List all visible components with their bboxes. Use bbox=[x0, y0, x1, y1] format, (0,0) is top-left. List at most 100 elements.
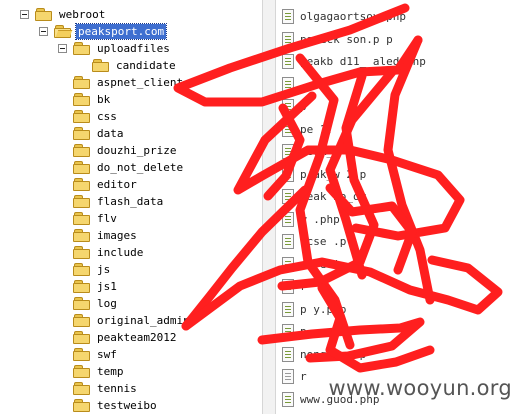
file-list-item[interactable]: st eri bbox=[282, 256, 340, 273]
file-list-item[interactable]: peak_w .p bbox=[282, 143, 360, 160]
tree-node-label[interactable]: css bbox=[95, 109, 119, 124]
tree-node-label[interactable]: flv bbox=[95, 211, 119, 226]
file-name[interactable]: nongyu.php bbox=[300, 347, 366, 362]
file-name[interactable]: r bbox=[300, 369, 307, 384]
tree-node-folder[interactable]: flash_data bbox=[73, 193, 165, 210]
file-list-item[interactable]: ocse .p bbox=[282, 233, 346, 250]
tree-node-label[interactable]: log bbox=[95, 296, 119, 311]
tree-node-folder[interactable]: aspnet_client bbox=[73, 74, 185, 91]
tree-node-label-selected[interactable]: peaksport.com bbox=[74, 23, 168, 40]
tree-node-label[interactable]: tennis bbox=[95, 381, 139, 396]
folder-icon bbox=[73, 144, 90, 157]
file-list-item[interactable]: pa ick son.p p bbox=[282, 31, 393, 48]
file-list-item[interactable]: p bbox=[282, 98, 307, 115]
file-name[interactable]: pa ick son.p p bbox=[300, 32, 393, 47]
tree-node-folder[interactable]: flv bbox=[73, 210, 119, 227]
folder-icon bbox=[73, 297, 90, 310]
collapse-toggle-icon[interactable] bbox=[39, 27, 48, 36]
file-list-pane[interactable]: olgagaortsov.php pa ick son.p p peakb d11_… bbox=[276, 0, 522, 414]
tree-node-label[interactable]: webroot bbox=[57, 7, 107, 22]
tree-node-folder[interactable]: js1 bbox=[73, 278, 119, 295]
php-file-icon bbox=[282, 391, 294, 407]
tree-node-label[interactable]: images bbox=[95, 228, 139, 243]
tree-node-label[interactable]: testweibo bbox=[95, 398, 159, 413]
pane-splitter[interactable] bbox=[262, 0, 276, 414]
tree-node-label[interactable]: aspnet_client bbox=[95, 75, 185, 90]
tree-node-folder[interactable]: images bbox=[73, 227, 139, 244]
tree-node-label[interactable]: data bbox=[95, 126, 126, 141]
tree-node-folder[interactable]: swf bbox=[73, 346, 119, 363]
file-name[interactable]: p y.php bbox=[300, 302, 346, 317]
tree-node-label[interactable]: js1 bbox=[95, 279, 119, 294]
php-file-icon bbox=[282, 9, 294, 24]
file-name[interactable]: st eri bbox=[300, 257, 340, 272]
php-file-icon bbox=[282, 166, 294, 182]
file-name[interactable]: peak bo_or bbox=[300, 189, 366, 204]
file-list-item[interactable]: pe 1. bbox=[282, 121, 333, 138]
php-file-icon bbox=[282, 324, 294, 339]
file-name[interactable]: pe 1. bbox=[300, 122, 333, 137]
tree-node-folder[interactable]: tennis bbox=[73, 380, 139, 397]
tree-node-folder[interactable]: temp bbox=[73, 363, 126, 380]
tree-node-label[interactable]: flash_data bbox=[95, 194, 165, 209]
file-list-item[interactable]: r bbox=[282, 368, 307, 385]
tree-node-webroot[interactable]: webroot bbox=[20, 6, 107, 23]
tree-node-label[interactable]: bk bbox=[95, 92, 112, 107]
file-name[interactable]: r bbox=[300, 279, 307, 294]
folder-open-icon bbox=[54, 25, 71, 38]
php-file-icon bbox=[282, 301, 294, 317]
file-list-item[interactable]: p y.php bbox=[282, 301, 346, 318]
tree-node-label[interactable]: js bbox=[95, 262, 112, 277]
tree-node-folder[interactable]: douzhi_prize bbox=[73, 142, 178, 159]
collapse-toggle-icon[interactable] bbox=[20, 10, 29, 19]
folder-icon bbox=[73, 195, 90, 208]
file-list-item[interactable]: p bbox=[282, 323, 307, 340]
tree-node-label[interactable]: temp bbox=[95, 364, 126, 379]
file-name[interactable]: p bbox=[300, 324, 307, 339]
tree-node-peaksport[interactable]: peaksport.com bbox=[39, 23, 168, 40]
file-list-item[interactable]: olgagaortsov.php bbox=[282, 8, 406, 25]
file-name[interactable]: w .php bbox=[300, 212, 340, 227]
tree-node-folder[interactable]: do_not_delete bbox=[73, 159, 185, 176]
text-file-icon bbox=[282, 369, 294, 384]
file-name[interactable]: olgagaortsov.php bbox=[300, 9, 406, 24]
file-name[interactable]: p bbox=[300, 99, 307, 114]
file-list-item[interactable]: w .php bbox=[282, 211, 340, 228]
file-list-item[interactable]: p ak_w 2 p bbox=[282, 166, 366, 183]
tree-node-folder[interactable]: original_admin bbox=[73, 312, 192, 329]
file-list-item[interactable]: peak bo_or bbox=[282, 188, 366, 205]
tree-node-label[interactable]: original_admin bbox=[95, 313, 192, 328]
folder-icon bbox=[73, 365, 90, 378]
tree-node-label[interactable]: candidate bbox=[114, 58, 178, 73]
tree-node-label[interactable]: swf bbox=[95, 347, 119, 362]
tree-node-folder[interactable]: log bbox=[73, 295, 119, 312]
collapse-toggle-icon[interactable] bbox=[58, 44, 67, 53]
tree-node-label[interactable]: editor bbox=[95, 177, 139, 192]
file-name[interactable]: peakb d11_ aled.php bbox=[300, 54, 426, 69]
php-file-icon bbox=[282, 279, 294, 294]
file-name[interactable]: p ak_w 2 p bbox=[300, 167, 366, 182]
tree-node-folder[interactable]: editor bbox=[73, 176, 139, 193]
tree-node-label[interactable]: do_not_delete bbox=[95, 160, 185, 175]
file-name[interactable]: ocse .p bbox=[300, 234, 346, 249]
tree-node-folder[interactable]: css bbox=[73, 108, 119, 125]
tree-node-uploadfiles[interactable]: uploadfiles bbox=[58, 40, 172, 57]
file-list-item[interactable]: peakb d11_ aled.php bbox=[282, 53, 426, 70]
tree-node-label[interactable]: uploadfiles bbox=[95, 41, 172, 56]
file-list-item[interactable]: nongyu.php bbox=[282, 346, 366, 363]
tree-node-folder[interactable]: js bbox=[73, 261, 112, 278]
tree-node-folder[interactable]: data bbox=[73, 125, 126, 142]
file-name[interactable]: peak_w .p bbox=[300, 144, 360, 159]
tree-node-folder[interactable]: include bbox=[73, 244, 145, 261]
folder-icon bbox=[73, 161, 90, 174]
file-list-item[interactable] bbox=[282, 76, 300, 93]
tree-node-folder[interactable]: peakteam2012 bbox=[73, 329, 178, 346]
tree-node-label[interactable]: douzhi_prize bbox=[95, 143, 178, 158]
tree-node-label[interactable]: peakteam2012 bbox=[95, 330, 178, 345]
folder-tree-pane[interactable]: webroot peaksport.com uploadfiles candid… bbox=[0, 0, 261, 414]
tree-node-label[interactable]: include bbox=[95, 245, 145, 260]
tree-node-candidate[interactable]: candidate bbox=[92, 57, 178, 74]
file-list-item[interactable]: r bbox=[282, 278, 307, 295]
tree-node-folder[interactable]: testweibo bbox=[73, 397, 159, 414]
tree-node-folder[interactable]: bk bbox=[73, 91, 112, 108]
